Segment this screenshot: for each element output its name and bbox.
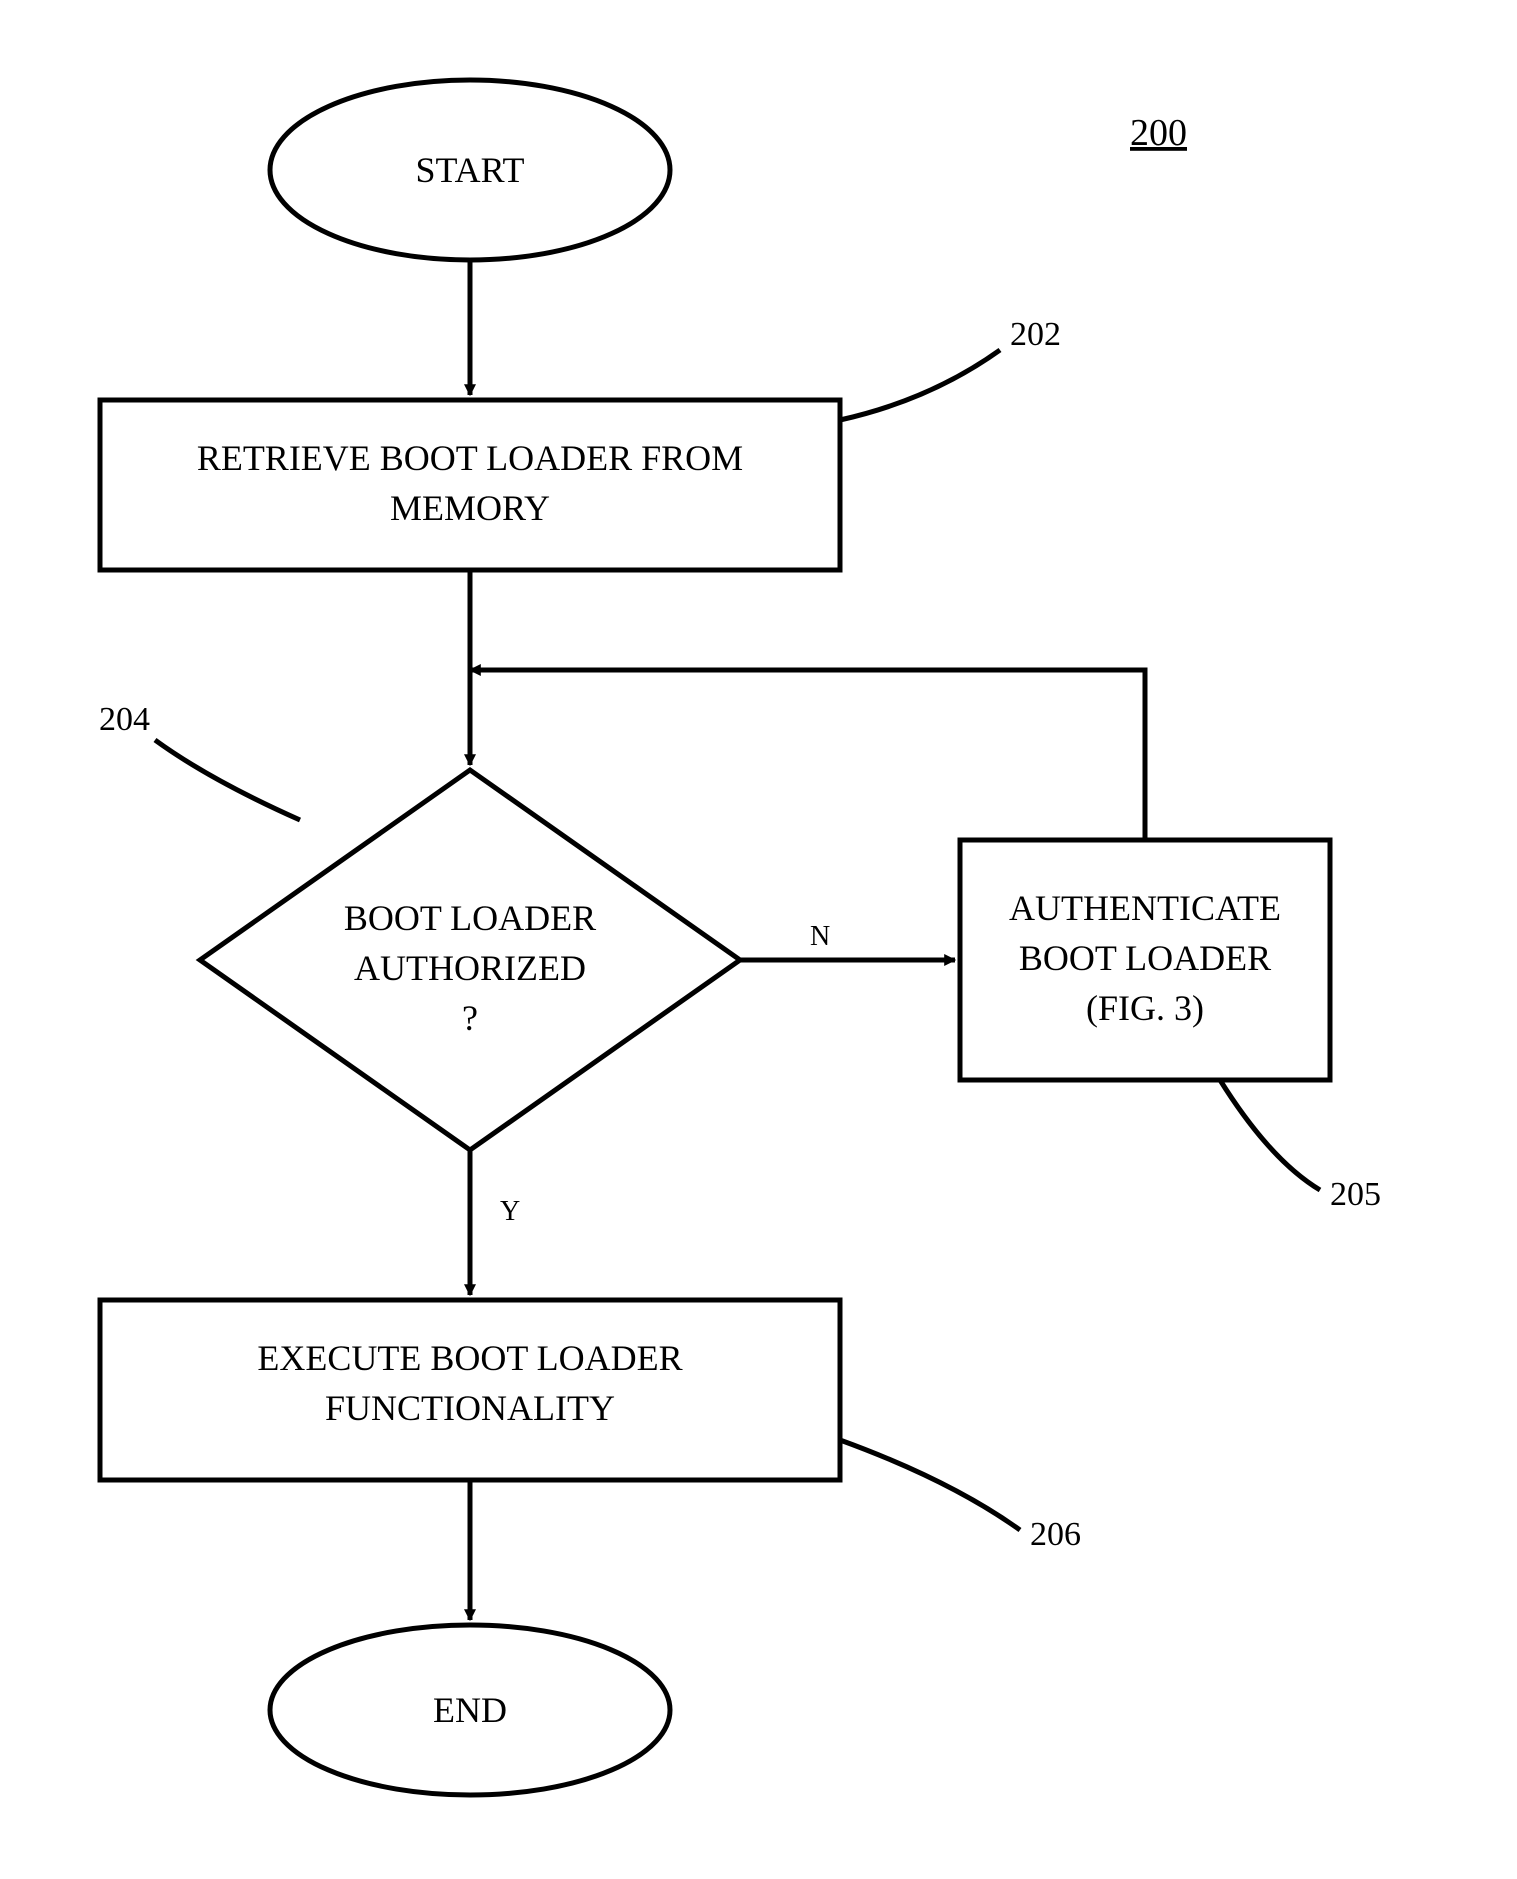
ref-206: 206 bbox=[1030, 1516, 1081, 1553]
process-authenticate-line1: AUTHENTICATE bbox=[1009, 888, 1281, 928]
figure-number: 200 bbox=[1130, 112, 1187, 154]
terminator-start-label: START bbox=[416, 150, 525, 190]
process-execute-line2: FUNCTIONALITY bbox=[325, 1388, 615, 1428]
process-retrieve-line1: RETRIEVE BOOT LOADER FROM bbox=[197, 438, 743, 478]
decision-yes-label: Y bbox=[500, 1196, 520, 1227]
ref-204: 204 bbox=[99, 701, 150, 738]
process-retrieve bbox=[100, 400, 840, 570]
process-execute-line1: EXECUTE BOOT LOADER bbox=[257, 1338, 682, 1378]
leader-202 bbox=[840, 350, 1000, 420]
decision-no-label: N bbox=[810, 921, 830, 952]
leader-205 bbox=[1220, 1080, 1320, 1190]
edge-authenticate-loop bbox=[470, 670, 1145, 840]
decision-line3: ? bbox=[462, 998, 478, 1038]
leader-206 bbox=[840, 1440, 1020, 1530]
flowchart-boot-loader: 200 START RETRIEVE BOOT LOADER FROM MEMO… bbox=[0, 0, 1517, 1879]
terminator-end-label: END bbox=[433, 1690, 507, 1730]
leader-204 bbox=[155, 740, 300, 820]
ref-202: 202 bbox=[1010, 316, 1061, 353]
ref-205: 205 bbox=[1330, 1176, 1381, 1213]
decision-line1: BOOT LOADER bbox=[344, 898, 596, 938]
process-authenticate-line3: (FIG. 3) bbox=[1086, 988, 1204, 1028]
process-retrieve-line2: MEMORY bbox=[390, 488, 550, 528]
process-authenticate-line2: BOOT LOADER bbox=[1019, 938, 1271, 978]
decision-line2: AUTHORIZED bbox=[354, 948, 586, 988]
